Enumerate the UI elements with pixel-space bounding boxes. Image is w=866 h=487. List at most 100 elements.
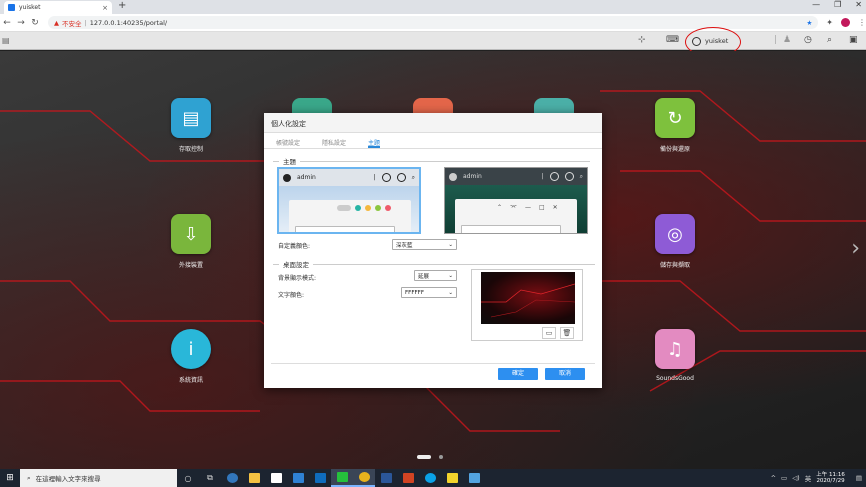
app-backup-restore[interactable]: ↻ 備份與還原	[645, 98, 705, 153]
notification-center-icon[interactable]: ▤	[856, 474, 862, 482]
bg-mode-label: 背景顯示模式:	[278, 275, 317, 282]
app-system-info[interactable]: i 系統資訊	[161, 329, 221, 384]
browser-menu-icon[interactable]: ⋮	[858, 18, 866, 27]
select-value: FFFFFF	[405, 289, 424, 296]
app-label: 存取控制	[178, 146, 203, 153]
preview-window: ⌃ ⌤ — □ ✕	[455, 199, 577, 233]
profile-avatar[interactable]	[841, 18, 850, 27]
network-icon[interactable]: ⊹	[638, 35, 646, 45]
tab-account[interactable]: 帳號設定	[276, 133, 300, 148]
app-soundsgood[interactable]: ♫ SoundsGood	[645, 329, 705, 382]
divider	[313, 263, 595, 265]
store-icon[interactable]	[265, 469, 287, 487]
outlook-icon[interactable]	[309, 469, 331, 487]
hidden-app-icon[interactable]	[534, 98, 574, 114]
keyboard-icon[interactable]: ⌨	[666, 35, 679, 45]
word-icon[interactable]	[375, 469, 397, 487]
close-window-button[interactable]: ✕	[855, 0, 862, 9]
tray-overflow-icon[interactable]: ^	[771, 474, 776, 482]
page-dot-active[interactable]	[417, 455, 431, 459]
cortana-icon[interactable]: ○	[177, 469, 199, 487]
tab-theme[interactable]: 主題	[368, 133, 381, 148]
line-icon[interactable]	[331, 469, 353, 487]
back-button[interactable]: ←	[0, 18, 14, 28]
info-icon: i	[171, 329, 211, 369]
edge-icon[interactable]	[221, 469, 243, 487]
app-label: 外接裝置	[178, 262, 203, 269]
dialog-title: 個人化設定	[264, 113, 602, 133]
task-view-icon[interactable]: ⧉	[199, 469, 221, 487]
notification-icon[interactable]: ♟	[783, 35, 791, 45]
app-storage[interactable]: ◎ 儲存與擷取	[645, 214, 705, 269]
security-label: 不安全	[62, 19, 82, 28]
select-value: 深灰藍	[396, 242, 413, 249]
file-explorer-icon[interactable]	[243, 469, 265, 487]
clock-date: 2020/7/29	[816, 478, 845, 484]
folder-icon[interactable]: ▭	[542, 327, 556, 339]
clock-icon[interactable]: ◷	[804, 35, 812, 45]
access-control-icon: ▤	[171, 98, 211, 138]
backup-icon: ↻	[655, 98, 695, 138]
sticky-notes-icon[interactable]	[441, 469, 463, 487]
system-tray: ^ ▭ ◁) 英 上午 11:16 2020/7/29 ▤	[771, 469, 866, 487]
cancel-button[interactable]: 取消	[545, 368, 585, 380]
preview-user: admin	[463, 173, 482, 180]
forward-button[interactable]: →	[14, 18, 28, 28]
tab-title: yuisket	[19, 4, 41, 11]
dashboard-icon[interactable]: ▣	[849, 35, 858, 45]
bg-mode-select[interactable]: 延展 ⌄	[414, 270, 457, 281]
app-external-device[interactable]: ⇩ 外接裝置	[161, 214, 221, 269]
preview-bar: admin | ⌕	[445, 168, 587, 185]
divider	[273, 263, 279, 265]
music-icon: ♫	[655, 329, 695, 369]
storage-icon: ◎	[655, 214, 695, 254]
bookmark-star-icon[interactable]: ★	[806, 19, 812, 27]
clock[interactable]: 上午 11:16 2020/7/29	[816, 472, 845, 485]
extensions-icon[interactable]: ✦	[826, 18, 833, 27]
windows-start-icon[interactable]: ⊞	[0, 473, 20, 483]
page-dot[interactable]	[439, 455, 443, 459]
powerpoint-icon[interactable]	[397, 469, 419, 487]
reload-button[interactable]: ↻	[28, 18, 42, 28]
new-tab-button[interactable]: +	[118, 0, 126, 11]
theme-preview-dark[interactable]: admin | ⌕ ⌃ ⌤ — □ ✕	[444, 167, 588, 234]
tab-privacy[interactable]: 隱私設定	[322, 133, 346, 148]
volume-icon[interactable]: ◁)	[792, 474, 800, 482]
chrome-icon[interactable]	[353, 469, 375, 487]
hidden-app-icon[interactable]	[413, 98, 453, 114]
theme-preview-light[interactable]: admin | ⌕	[277, 167, 421, 234]
search-icon[interactable]: ⌕	[827, 35, 832, 45]
app-label: SoundsGood	[656, 375, 694, 382]
preview-dots	[337, 205, 391, 211]
mail-icon[interactable]	[287, 469, 309, 487]
taskbar-search[interactable]: ⌕ 在這裡輸入文字來搜尋	[20, 469, 177, 487]
skype-icon[interactable]	[419, 469, 441, 487]
dialog-tabs: 帳號設定 隱私設定 主題	[264, 133, 602, 149]
browser-toolbar: ← → ↻ ▲ 不安全 | 127.0.0.1:40235/portal/ ★ …	[0, 14, 866, 32]
network-icon[interactable]: ▭	[781, 474, 787, 482]
clock-icon	[396, 173, 406, 182]
browser-tab[interactable]: yuisket ×	[4, 1, 112, 14]
window-controls: — ❐ ✕	[812, 0, 862, 9]
hidden-app-icon[interactable]	[292, 98, 332, 114]
theme-color-select[interactable]: 深灰藍 ⌄	[392, 239, 457, 250]
clock-icon	[564, 172, 574, 181]
trash-icon[interactable]: 🗑	[560, 327, 574, 339]
app-access-control[interactable]: ▤ 存取控制	[161, 98, 221, 153]
preview-window-controls: ⌃ ⌤ — □ ✕	[497, 204, 558, 211]
maximize-button[interactable]: ❐	[834, 0, 841, 9]
next-page-arrow-icon[interactable]: ›	[851, 236, 860, 261]
menu-icon[interactable]: ▤	[2, 36, 10, 45]
desktop-pager	[417, 455, 443, 459]
minimize-button[interactable]: —	[812, 0, 820, 9]
tab-close-button[interactable]: ×	[102, 4, 108, 12]
text-color-label: 文字顏色:	[278, 292, 305, 299]
select-value: 延展	[418, 273, 430, 280]
divider: |	[84, 18, 87, 27]
ime-indicator[interactable]: 英	[805, 473, 812, 483]
wallpaper-lines	[481, 283, 575, 318]
text-color-select[interactable]: FFFFFF ⌄	[401, 287, 457, 298]
app-label: 系統資訊	[178, 377, 203, 384]
photos-icon[interactable]	[463, 469, 485, 487]
ok-button[interactable]: 確定	[498, 368, 538, 380]
